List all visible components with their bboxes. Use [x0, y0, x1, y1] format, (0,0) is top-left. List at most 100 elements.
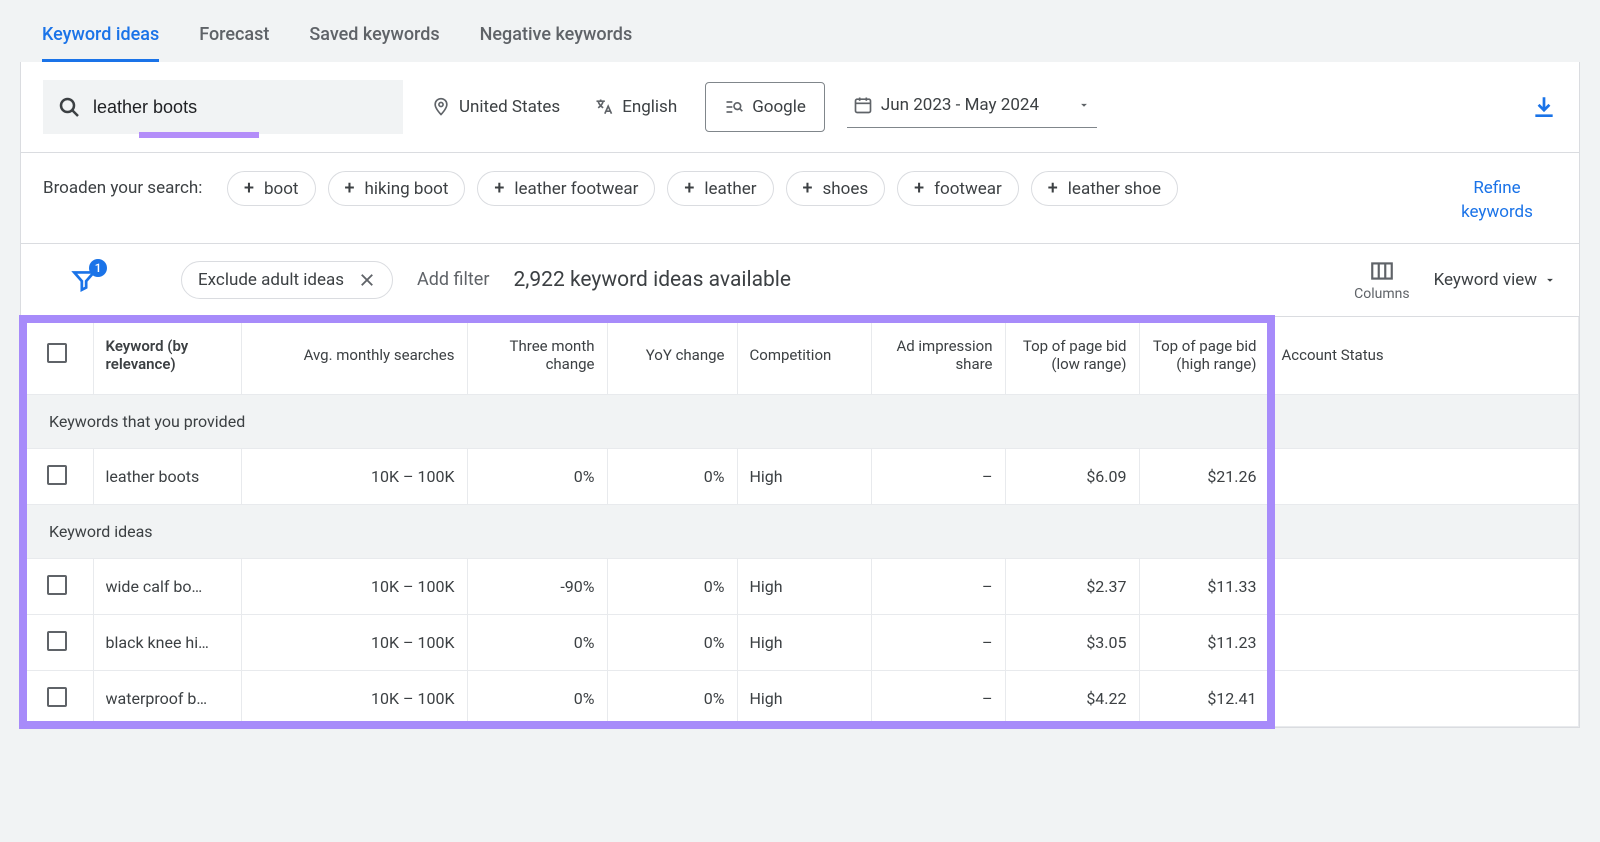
cell-competition: High — [737, 559, 871, 615]
cell-keyword: wide calf bo… — [93, 559, 241, 615]
header-bid-low[interactable]: Top of page bid (low range) — [1005, 317, 1139, 395]
cell-avg: 10K – 100K — [241, 615, 467, 671]
chip-label: leather footwear — [514, 179, 638, 199]
network-search-icon — [724, 97, 744, 117]
cell-keyword: waterproof b… — [93, 671, 241, 727]
cell-bid-high: $12.41 — [1139, 671, 1269, 727]
plus-icon: + — [1048, 178, 1058, 199]
cell-ad-impression: – — [871, 615, 1005, 671]
keyword-table-wrap: Keyword (by relevance) Avg. monthly sear… — [21, 317, 1579, 728]
columns-button[interactable]: Columns — [1354, 258, 1409, 302]
row-checkbox[interactable] — [47, 465, 67, 485]
tabs-bar: Keyword ideas Forecast Saved keywords Ne… — [20, 0, 1580, 62]
cell-three-month: 0% — [467, 449, 607, 505]
download-icon[interactable] — [1531, 94, 1557, 120]
cell-bid-low: $4.22 — [1005, 671, 1139, 727]
table-row[interactable]: wide calf bo… 10K – 100K -90% 0% High – … — [21, 559, 1579, 615]
chip-label: hiking boot — [365, 179, 449, 199]
table-row[interactable]: leather boots 10K – 100K 0% 0% High – $6… — [21, 449, 1579, 505]
keyword-search-box[interactable] — [43, 80, 403, 134]
cell-ad-impression: – — [871, 449, 1005, 505]
cell-bid-low: $3.05 — [1005, 615, 1139, 671]
header-avg-searches[interactable]: Avg. monthly searches — [241, 317, 467, 395]
cell-keyword: leather boots — [93, 449, 241, 505]
table-row[interactable]: waterproof b… 10K – 100K 0% 0% High – $4… — [21, 671, 1579, 727]
keyword-view-dropdown[interactable]: Keyword view — [1434, 270, 1557, 290]
cell-yoy: 0% — [607, 671, 737, 727]
ideas-count-text: 2,922 keyword ideas available — [513, 268, 791, 292]
cell-ad-impression: – — [871, 559, 1005, 615]
plus-icon: + — [494, 178, 504, 199]
broaden-label: Broaden your search: — [43, 171, 203, 201]
broaden-chip[interactable]: + leather shoe — [1031, 171, 1178, 206]
cell-account-status — [1269, 615, 1579, 671]
view-label: Keyword view — [1434, 270, 1537, 290]
header-bid-high[interactable]: Top of page bid (high range) — [1139, 317, 1269, 395]
select-all-checkbox[interactable] — [47, 343, 67, 363]
cell-bid-low: $2.37 — [1005, 559, 1139, 615]
refine-keywords-link[interactable]: Refine keywords — [1437, 171, 1557, 225]
location-selector[interactable]: United States — [425, 89, 566, 125]
filter-funnel-icon[interactable]: 1 — [71, 267, 97, 293]
cell-avg: 10K – 100K — [241, 559, 467, 615]
chip-label: leather — [704, 179, 756, 199]
tab-saved-keywords[interactable]: Saved keywords — [309, 10, 439, 62]
table-row[interactable]: black knee hi… 10K – 100K 0% 0% High – $… — [21, 615, 1579, 671]
close-icon[interactable] — [358, 271, 376, 289]
location-label: United States — [459, 97, 560, 117]
add-filter-button[interactable]: Add filter — [417, 269, 489, 290]
calendar-icon — [853, 95, 873, 115]
section-ideas-label: Keyword ideas — [21, 505, 1579, 559]
header-ad-impression[interactable]: Ad impression share — [871, 317, 1005, 395]
broaden-chip[interactable]: + shoes — [786, 171, 886, 206]
tab-negative-keywords[interactable]: Negative keywords — [480, 10, 633, 62]
header-checkbox-cell — [21, 317, 93, 395]
broaden-chip[interactable]: + leather — [667, 171, 773, 206]
chip-label: shoes — [823, 179, 869, 199]
exclude-adult-chip[interactable]: Exclude adult ideas — [181, 261, 393, 299]
cell-avg: 10K – 100K — [241, 671, 467, 727]
broaden-chip[interactable]: + leather footwear — [477, 171, 655, 206]
section-provided-row: Keywords that you provided — [21, 395, 1579, 449]
row-checkbox[interactable] — [47, 687, 67, 707]
search-underline-marker — [139, 132, 259, 138]
broaden-chip[interactable]: +boot — [227, 171, 316, 206]
keyword-table: Keyword (by relevance) Avg. monthly sear… — [21, 317, 1579, 728]
broaden-chip[interactable]: +hiking boot — [328, 171, 466, 206]
language-label: English — [622, 97, 677, 117]
header-yoy[interactable]: YoY change — [607, 317, 737, 395]
cell-competition: High — [737, 449, 871, 505]
table-header-row: Keyword (by relevance) Avg. monthly sear… — [21, 317, 1579, 395]
search-icon — [57, 95, 81, 119]
cell-account-status — [1269, 449, 1579, 505]
keyword-search-input[interactable] — [93, 97, 389, 118]
tab-forecast[interactable]: Forecast — [199, 10, 269, 62]
columns-icon — [1369, 258, 1395, 284]
date-range-label: Jun 2023 - May 2024 — [881, 95, 1039, 115]
date-range-selector[interactable]: Jun 2023 - May 2024 — [847, 87, 1097, 128]
header-competition[interactable]: Competition — [737, 317, 871, 395]
header-account-status[interactable]: Account Status — [1269, 317, 1579, 395]
cell-competition: High — [737, 671, 871, 727]
cell-three-month: -90% — [467, 559, 607, 615]
chip-label: footwear — [934, 179, 1002, 199]
plus-icon: + — [684, 178, 694, 199]
row-checkbox[interactable] — [47, 631, 67, 651]
dropdown-caret-icon — [1077, 98, 1091, 112]
cell-account-status — [1269, 559, 1579, 615]
row-checkbox[interactable] — [47, 575, 67, 595]
location-pin-icon — [431, 97, 451, 117]
cell-bid-high: $11.33 — [1139, 559, 1269, 615]
network-selector[interactable]: Google — [705, 82, 825, 132]
cell-bid-low: $6.09 — [1005, 449, 1139, 505]
chip-label: leather shoe — [1068, 179, 1161, 199]
search-filter-bar: United States English Google Jun 2023 - … — [21, 62, 1579, 153]
plus-icon: + — [803, 178, 813, 199]
header-keyword[interactable]: Keyword (by relevance) — [93, 317, 241, 395]
broaden-chip[interactable]: +footwear — [897, 171, 1019, 206]
cell-competition: High — [737, 615, 871, 671]
language-selector[interactable]: English — [588, 89, 683, 125]
dropdown-caret-icon — [1543, 273, 1557, 287]
header-three-month[interactable]: Three month change — [467, 317, 607, 395]
tab-keyword-ideas[interactable]: Keyword ideas — [42, 10, 159, 62]
